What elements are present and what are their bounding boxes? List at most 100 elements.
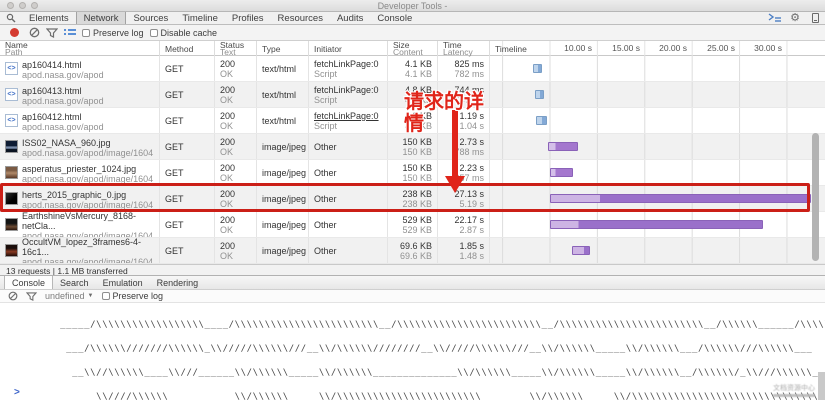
request-name: ap160412.html xyxy=(22,112,104,122)
document-icon: <> xyxy=(5,62,18,75)
request-type: image/jpeg xyxy=(257,212,309,237)
disable-cache-label: Disable cache xyxy=(161,28,218,38)
request-method: GET xyxy=(160,160,215,185)
tab-audits[interactable]: Audits xyxy=(330,12,370,24)
console-scrollbar-track[interactable] xyxy=(818,372,825,400)
request-name: ISS02_NASA_960.jpg xyxy=(22,138,153,148)
window-title: Developer Tools - xyxy=(0,1,825,11)
timeline-tick-label: 10.00 s xyxy=(548,41,592,56)
console-prompt[interactable]: > xyxy=(14,389,20,397)
checkbox-icon[interactable] xyxy=(102,292,110,300)
request-path: apod.nasa.gov/apod/image/1604 xyxy=(22,257,159,263)
document-icon: <> xyxy=(5,114,18,127)
image-thumbnail-icon xyxy=(5,218,18,231)
request-name: OccultVM_lopez_3frames6-4-16c1... xyxy=(22,238,159,257)
tab-network[interactable]: Network xyxy=(76,12,127,24)
drawer-tab-console[interactable]: Console xyxy=(4,276,53,289)
request-path: apod.nasa.gov/apod/image/1604 xyxy=(22,231,159,237)
clear-icon[interactable] xyxy=(29,27,40,38)
request-method: GET xyxy=(160,56,215,81)
column-header-name[interactable]: Name Path xyxy=(0,41,160,56)
console-preserve-log-checkbox[interactable]: Preserve log xyxy=(102,291,164,301)
drawer-tab-emulation[interactable]: Emulation xyxy=(96,276,150,289)
network-request-list: <> ap160414.htmlapod.nasa.gov/apod GET 2… xyxy=(0,56,825,264)
column-header-time[interactable]: Time Latency xyxy=(438,41,490,56)
console-filter-icon[interactable] xyxy=(26,292,37,301)
request-path: apod.nasa.gov/apod xyxy=(22,122,104,132)
request-name: herts_2015_graphic_0.jpg xyxy=(22,190,153,200)
request-type: image/jpeg xyxy=(257,238,309,263)
search-icon[interactable] xyxy=(0,12,22,24)
table-row[interactable]: OccultVM_lopez_3frames6-4-16c1...apod.na… xyxy=(0,238,825,264)
timeline-tick-label: 15.00 s xyxy=(596,41,640,56)
scrollbar-thumb[interactable] xyxy=(812,133,819,261)
request-path: apod.nasa.gov/apod/image/1604 xyxy=(22,148,153,158)
console-drawer-tabbar: Console Search Emulation Rendering xyxy=(0,275,825,290)
preserve-log-checkbox[interactable]: Preserve log xyxy=(82,28,144,38)
clear-console-icon[interactable] xyxy=(8,291,18,301)
annotation-text: 请求的详情 xyxy=(404,91,502,135)
devtools-tabbar: Elements Network Sources Timeline Profil… xyxy=(0,12,825,25)
request-name: ap160413.html xyxy=(22,86,104,96)
column-header-status[interactable]: Status Text xyxy=(215,41,257,56)
column-header-size[interactable]: Size Content xyxy=(388,41,438,56)
table-row[interactable]: <> ap160414.htmlapod.nasa.gov/apod GET 2… xyxy=(0,56,825,82)
column-header-method[interactable]: Method xyxy=(160,41,215,56)
timeline-tick-label: 30.00 s xyxy=(738,41,782,56)
image-thumbnail-icon xyxy=(5,244,18,257)
tab-elements[interactable]: Elements xyxy=(22,12,76,24)
preserve-log-label: Preserve log xyxy=(93,28,144,38)
request-name: EarthshineVsMercury_8168-netCla... xyxy=(22,212,159,231)
record-icon[interactable] xyxy=(10,28,19,37)
console-toolbar: undefined ▼ Preserve log xyxy=(0,290,825,303)
table-row[interactable]: ISS02_NASA_960.jpgapod.nasa.gov/apod/ima… xyxy=(0,134,825,160)
drawer-tab-search[interactable]: Search xyxy=(53,276,96,289)
timeline-bar xyxy=(533,64,542,73)
timeline-bar xyxy=(550,220,763,229)
initiator-link[interactable]: fetchLinkPage:0 xyxy=(314,85,387,95)
tab-timeline[interactable]: Timeline xyxy=(175,12,225,24)
tab-profiles[interactable]: Profiles xyxy=(225,12,271,24)
column-header-type[interactable]: Type xyxy=(257,41,309,56)
request-name: ap160414.html xyxy=(22,60,104,70)
table-row-highlighted[interactable]: herts_2015_graphic_0.jpgapod.nasa.gov/ap… xyxy=(0,186,825,212)
request-method: GET xyxy=(160,212,215,237)
document-icon: <> xyxy=(5,88,18,101)
table-row[interactable]: EarthshineVsMercury_8168-netCla...apod.n… xyxy=(0,212,825,238)
device-mode-icon[interactable] xyxy=(805,12,825,24)
table-row[interactable]: asperatus_priester_1024.jpgapod.nasa.gov… xyxy=(0,160,825,186)
request-type: image/jpeg xyxy=(257,134,309,159)
execution-context-selector[interactable]: undefined ▼ xyxy=(45,291,94,301)
initiator-other: Other xyxy=(309,160,388,185)
tab-sources[interactable]: Sources xyxy=(126,12,175,24)
drawer-tab-rendering[interactable]: Rendering xyxy=(150,276,206,289)
request-type: text/html xyxy=(257,56,309,81)
request-path: apod.nasa.gov/apod xyxy=(22,96,104,106)
console-output[interactable]: _____/\\\\\\\\\\\\\\\\\\____/\\\\\\\\\\\… xyxy=(0,303,825,400)
network-table-header: Name Path Method Status Text Type Initia… xyxy=(0,41,825,56)
checkbox-icon[interactable] xyxy=(150,29,158,37)
column-header-initiator[interactable]: Initiator xyxy=(309,41,388,56)
tab-resources[interactable]: Resources xyxy=(271,12,330,24)
disable-cache-checkbox[interactable]: Disable cache xyxy=(150,28,218,38)
timeline-tick-label: 25.00 s xyxy=(691,41,735,56)
initiator-link[interactable]: fetchLinkPage:0 xyxy=(314,59,387,69)
large-rows-icon[interactable] xyxy=(64,28,76,38)
request-method: GET xyxy=(160,134,215,159)
watermark: 文档资源中心 xyxy=(773,383,815,397)
request-method: GET xyxy=(160,82,215,107)
checkbox-icon[interactable] xyxy=(82,29,90,37)
request-type: image/jpeg xyxy=(257,160,309,185)
tab-console[interactable]: Console xyxy=(370,12,419,24)
show-drawer-icon[interactable] xyxy=(765,12,785,24)
annotation-arrowhead-icon xyxy=(445,176,465,193)
column-header-timeline[interactable]: Timeline 10.00 s 15.00 s 20.00 s 25.00 s… xyxy=(490,41,825,56)
initiator-other: Other xyxy=(309,212,388,237)
timeline-bar xyxy=(535,90,544,99)
filter-icon[interactable] xyxy=(46,28,58,38)
request-summary-bar: 13 requests | 1.1 MB transferred xyxy=(0,264,825,275)
settings-gear-icon[interactable]: ⚙ xyxy=(785,12,805,24)
timeline-bar xyxy=(572,246,590,255)
initiator-link[interactable]: fetchLinkPage:0 xyxy=(314,111,387,121)
initiator-other: Other xyxy=(309,186,388,211)
